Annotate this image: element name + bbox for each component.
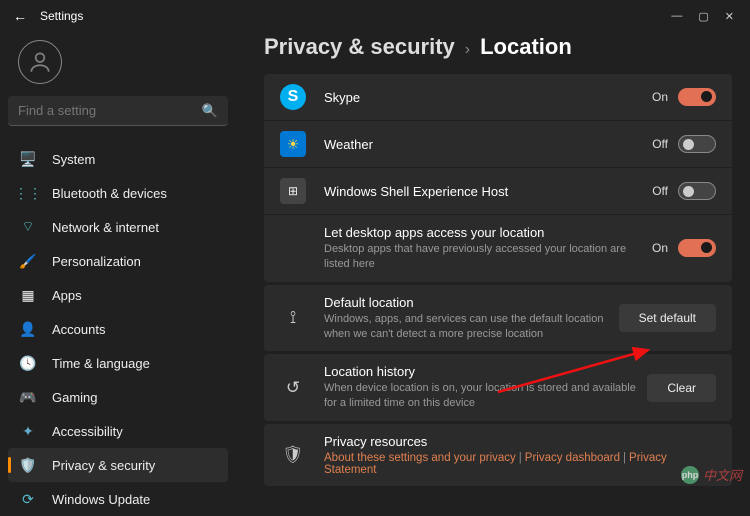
search-icon: 🔍 (202, 103, 218, 119)
sidebar-item-time[interactable]: 🕓Time & language (8, 346, 228, 380)
main-content: Privacy & security › Location S Skype On… (236, 32, 750, 500)
back-button[interactable]: ← (8, 8, 32, 24)
chevron-right-icon: › (465, 41, 470, 59)
clock-icon: 🕓 (18, 355, 38, 372)
toggle-weather[interactable] (678, 135, 716, 153)
search-input[interactable] (18, 103, 202, 118)
privacy-resources-card: 🛡 Privacy resources About these settings… (264, 424, 732, 486)
wifi-icon: ⌔ (18, 218, 38, 236)
shield-icon: 🛡️ (18, 457, 38, 474)
sidebar-item-bluetooth[interactable]: ⋮⋮Bluetooth & devices (8, 176, 228, 210)
sidebar-item-gaming[interactable]: 🎮Gaming (8, 380, 228, 414)
avatar[interactable] (18, 40, 62, 84)
person-icon (27, 49, 53, 75)
window-controls: ― ▢ ✕ (671, 10, 742, 23)
breadcrumb: Privacy & security › Location (264, 34, 732, 60)
breadcrumb-parent[interactable]: Privacy & security (264, 34, 455, 60)
link-about[interactable]: About these settings and your privacy (324, 452, 516, 464)
accessibility-icon: ✦ (18, 423, 38, 440)
sidebar-item-accessibility[interactable]: ✦Accessibility (8, 414, 228, 448)
shell-icon: ⊞ (280, 178, 306, 204)
gaming-icon: 🎮 (18, 389, 38, 406)
sidebar-item-accounts[interactable]: 👤Accounts (8, 312, 228, 346)
brush-icon: 🖌️ (18, 253, 38, 270)
toggle-skype[interactable] (678, 88, 716, 106)
set-default-button[interactable]: Set default (619, 304, 716, 332)
search-box[interactable]: 🔍 (8, 96, 228, 126)
toggle-shell[interactable] (678, 182, 716, 200)
app-row-weather: ☀ Weather Off (264, 121, 732, 168)
app-row-shell: ⊞ Windows Shell Experience Host Off (264, 168, 732, 215)
weather-icon: ☀ (280, 131, 306, 157)
sidebar-item-update[interactable]: ⟳Windows Update (8, 482, 228, 516)
location-pin-icon: ⟟ (280, 305, 306, 331)
maximize-button[interactable]: ▢ (698, 10, 708, 23)
apps-icon: ▦ (18, 287, 38, 304)
sidebar-item-privacy[interactable]: 🛡️Privacy & security (8, 448, 228, 482)
display-icon: 🖥️ (18, 151, 38, 168)
sidebar: 🔍 🖥️System ⋮⋮Bluetooth & devices ⌔Networ… (0, 32, 236, 500)
sidebar-item-apps[interactable]: ▦Apps (8, 278, 228, 312)
app-permissions-card: S Skype On ☀ Weather Off ⊞ Windows Shell… (264, 74, 732, 282)
update-icon: ⟳ (18, 491, 38, 508)
account-icon: 👤 (18, 321, 38, 338)
footer-links: ⍰Get help ✎Give feedback (264, 489, 732, 500)
watermark: php中文网 (681, 465, 742, 484)
page-title: Location (480, 34, 572, 60)
close-button[interactable]: ✕ (725, 10, 734, 23)
bluetooth-icon: ⋮⋮ (18, 185, 38, 202)
history-icon: ↺ (280, 375, 306, 401)
app-row-skype: S Skype On (264, 74, 732, 121)
skype-icon: S (280, 84, 306, 110)
sidebar-item-system[interactable]: 🖥️System (8, 142, 228, 176)
minimize-button[interactable]: ― (671, 10, 682, 23)
location-history-card: ↺ Location history When device location … (264, 354, 732, 421)
sidebar-item-network[interactable]: ⌔Network & internet (8, 210, 228, 244)
clear-button[interactable]: Clear (647, 374, 716, 402)
window-title: Settings (40, 9, 83, 23)
toggle-desktop-apps[interactable] (678, 239, 716, 257)
title-bar: ← Settings ― ▢ ✕ (0, 0, 750, 32)
default-location-card: ⟟ Default location Windows, apps, and se… (264, 285, 732, 352)
desktop-apps-row: Let desktop apps access your location De… (264, 215, 732, 282)
privacy-shield-icon: 🛡 (280, 442, 306, 468)
link-dashboard[interactable]: Privacy dashboard (525, 452, 620, 464)
sidebar-item-personalization[interactable]: 🖌️Personalization (8, 244, 228, 278)
